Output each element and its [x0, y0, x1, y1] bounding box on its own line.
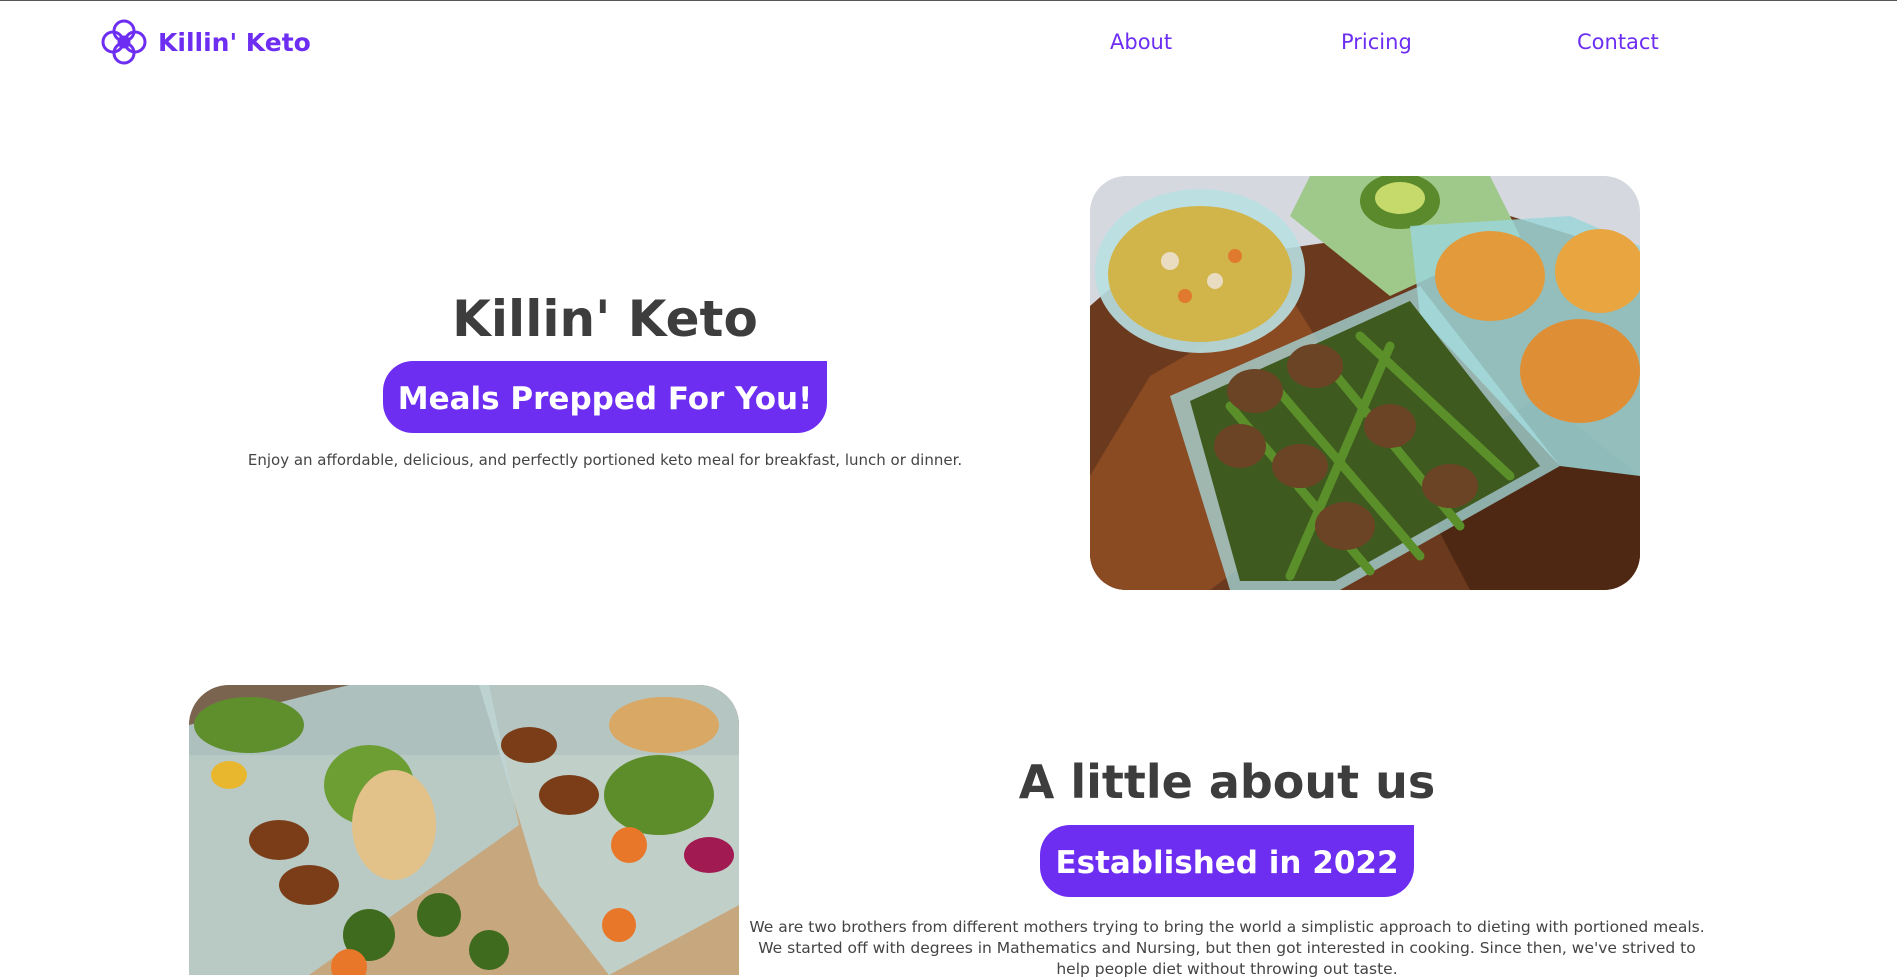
- about-meal-photo: [189, 685, 739, 975]
- nav-about-link[interactable]: About: [1110, 30, 1172, 54]
- hero-title: Killin' Keto: [452, 290, 758, 348]
- nav-pricing-link[interactable]: Pricing: [1341, 30, 1412, 54]
- about-description: We are two brothers from different mothe…: [749, 918, 1705, 978]
- hero-meal-photo: [1090, 176, 1640, 590]
- flower-logo-icon: [101, 19, 147, 65]
- nav-contact-link[interactable]: Contact: [1577, 30, 1659, 54]
- hero-description: Enjoy an affordable, delicious, and perf…: [247, 451, 963, 469]
- about-section: A little about us Established in 2022 We…: [742, 753, 1712, 980]
- hero-tagline-badge: Meals Prepped For You!: [382, 361, 828, 433]
- logo-link[interactable]: Killin' Keto: [98, 17, 311, 67]
- about-established-badge: Established in 2022: [1040, 825, 1414, 897]
- about-title: A little about us: [1018, 755, 1436, 809]
- hero-section: Killin' Keto Meals Prepped For You! Enjo…: [200, 283, 1010, 469]
- brand-name: Killin' Keto: [158, 27, 311, 57]
